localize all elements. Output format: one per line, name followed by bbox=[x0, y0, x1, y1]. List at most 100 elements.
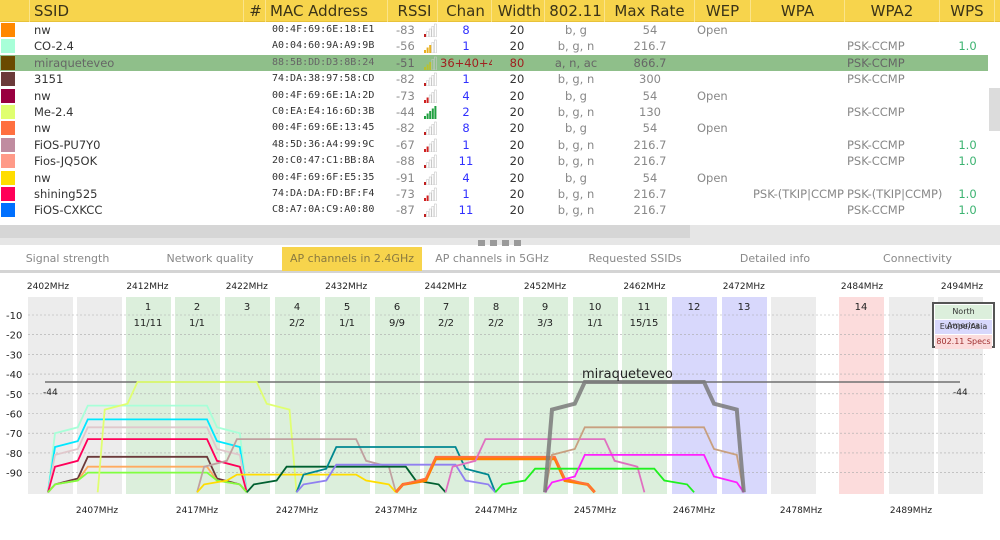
ssid-column-header[interactable]: SSID bbox=[34, 0, 244, 22]
channel-count-label: 1/1 bbox=[587, 318, 603, 329]
chan-cell: 8 bbox=[462, 121, 470, 136]
tab-ap-channels-in-2-4ghz[interactable]: AP channels in 2.4GHz bbox=[282, 247, 422, 271]
signal-bars-icon bbox=[424, 23, 437, 37]
table-row[interactable]: FiOS-PU7Y0 48:5D:36:A4:99:9C -67 1 20 b, g, n… bbox=[0, 137, 988, 153]
mac-column-header[interactable]: MAC Address bbox=[270, 0, 388, 22]
signal-bars-icon bbox=[424, 171, 437, 185]
rssi-cell: -87 bbox=[396, 203, 415, 218]
std-cell: a, n, ac bbox=[554, 55, 598, 70]
channel-number-label: 4 bbox=[294, 302, 300, 313]
rate-cell: 216.7 bbox=[633, 154, 667, 169]
table-row[interactable]: 3151 74:DA:38:97:58:CD -82 1 20 b, g, n 300 PSK… bbox=[0, 71, 988, 87]
wpa-column-header[interactable]: WPA bbox=[751, 0, 845, 22]
wep-column-header[interactable]: WEP bbox=[695, 0, 751, 22]
table-row[interactable]: shining525 74:DA:DA:FD:BF:F4 -73 1 20 b, g, n… bbox=[0, 186, 988, 202]
y-tick-label: -90 bbox=[6, 469, 22, 480]
wps-column-header[interactable]: WPS bbox=[940, 0, 995, 22]
ssid-cell: Fios-JQ5OK bbox=[34, 154, 98, 169]
table-header: SSID # MAC Address RSSI Chan Width 802.1… bbox=[0, 0, 1000, 22]
channel-column bbox=[771, 297, 816, 494]
rssi-cell: -73 bbox=[396, 88, 415, 103]
width-column-header[interactable]: Width bbox=[495, 0, 545, 22]
rate-column-header[interactable]: Max Rate bbox=[605, 0, 695, 22]
reference-line-label-right: -44 bbox=[953, 388, 968, 398]
chan-column-header[interactable]: Chan bbox=[440, 0, 492, 22]
chan-cell: 8 bbox=[462, 23, 470, 37]
top-frequency-label: 2442MHz bbox=[425, 282, 467, 292]
bottom-frequency-label: 2437MHz bbox=[375, 506, 417, 516]
rssi-column-header[interactable]: RSSI bbox=[392, 0, 438, 22]
rate-cell: 216.7 bbox=[633, 39, 667, 54]
wep-cell: Open bbox=[697, 121, 728, 136]
vertical-scrollbar[interactable] bbox=[989, 88, 1000, 131]
table-row[interactable]: nw 00:4F:69:6E:1A:2D -73 4 20 b, g 54 Open bbox=[0, 88, 988, 104]
signal-bars-icon bbox=[424, 89, 437, 103]
width-cell: 20 bbox=[509, 105, 525, 119]
rate-cell: 216.7 bbox=[633, 187, 667, 201]
std-cell: b, g, n bbox=[557, 39, 595, 54]
network-color-swatch bbox=[1, 72, 15, 87]
std-cell: b, g bbox=[565, 23, 587, 37]
channel-number-label: 3 bbox=[244, 302, 250, 313]
top-frequency-label: 2462MHz bbox=[623, 282, 665, 292]
signal-bars-icon bbox=[424, 138, 437, 152]
table-row[interactable]: FiOS-CXKCC C8:A7:0A:C9:A0:80 -87 11 20 b, g, … bbox=[0, 202, 988, 218]
wpa2-cell: PSK-CCMP bbox=[847, 203, 905, 218]
channel-number-label: 8 bbox=[493, 302, 499, 313]
tab-network-quality[interactable]: Network quality bbox=[140, 247, 280, 271]
wpa-cell: PSK-(TKIP|CCMP) bbox=[753, 187, 845, 201]
rssi-cell: -82 bbox=[396, 72, 415, 87]
wpa2-column-header[interactable]: WPA2 bbox=[845, 0, 940, 22]
table-row[interactable]: Me-2.4 C0:EA:E4:16:6D:3B -44 2 20 b, g, n 130 P… bbox=[0, 104, 988, 120]
tab-detailed-info[interactable]: Detailed info bbox=[705, 247, 845, 271]
std-cell: b, g bbox=[565, 121, 587, 136]
table-row[interactable]: nw 00:4F:69:6E:18:E1 -83 8 20 b, g 54 Open bbox=[0, 22, 988, 38]
mac-cell: 74:DA:DA:FD:BF:F4 bbox=[272, 188, 375, 199]
table-row[interactable]: CO-2.4 A0:04:60:9A:A9:9B -56 1 20 b, g, n 216.… bbox=[0, 38, 988, 54]
tab-signal-strength[interactable]: Signal strength bbox=[0, 247, 135, 271]
chan-cell: 11 bbox=[458, 154, 474, 169]
channel-number-label: 9 bbox=[542, 302, 548, 313]
top-frequency-label: 2484MHz bbox=[841, 282, 883, 292]
std-column-header[interactable]: 802.11 bbox=[547, 0, 605, 22]
width-cell: 20 bbox=[509, 137, 525, 152]
legend-item: Europe/Asia bbox=[935, 320, 992, 334]
mac-cell: 00:4F:69:6E:18:E1 bbox=[272, 24, 375, 35]
signal-bars-icon bbox=[424, 154, 437, 169]
rssi-cell: -56 bbox=[396, 39, 415, 54]
network-table: nw 00:4F:69:6E:18:E1 -83 8 20 b, g 54 Open CO-2.… bbox=[0, 22, 988, 225]
wpa2-cell: PSK-CCMP bbox=[847, 154, 905, 169]
tab-ap-channels-in-5ghz[interactable]: AP channels in 5GHz bbox=[422, 247, 562, 271]
rate-cell: 130 bbox=[639, 105, 661, 119]
network-color-swatch bbox=[1, 55, 15, 70]
mac-cell: A0:04:60:9A:A9:9B bbox=[272, 40, 375, 52]
chan-cell: 4 bbox=[462, 88, 470, 103]
table-row[interactable]: miraqueteveo 88:5B:DD:D3:8B:24 -51 36+40+44… bbox=[0, 54, 988, 72]
channel-number-label: 12 bbox=[688, 302, 701, 313]
bottom-frequency-label: 2407MHz bbox=[76, 506, 118, 516]
channel-count-label: 2/2 bbox=[289, 318, 305, 329]
tab-connectivity[interactable]: Connectivity bbox=[850, 247, 985, 271]
horizontal-scrollbar[interactable] bbox=[0, 225, 690, 238]
legend-item: North America bbox=[935, 305, 992, 330]
wep-cell: Open bbox=[697, 170, 728, 185]
color-column-header[interactable] bbox=[0, 0, 30, 22]
bottom-frequency-label: 2457MHz bbox=[574, 506, 616, 516]
mac-cell: C0:EA:E4:16:6D:3B bbox=[272, 106, 375, 117]
rate-cell: 216.7 bbox=[633, 203, 667, 218]
mac-cell: 88:5B:DD:D3:8B:24 bbox=[272, 56, 375, 68]
table-row[interactable]: nw 00:4F:69:6F:E5:35 -91 4 20 b, g 54 Open bbox=[0, 170, 988, 186]
tab-requested-ssids[interactable]: Requested SSIDs bbox=[565, 247, 705, 271]
table-row[interactable]: nw 00:4F:69:6E:13:45 -82 8 20 b, g 54 Open bbox=[0, 120, 988, 136]
std-cell: b, g, n bbox=[557, 203, 595, 218]
channel-number-label: 11 bbox=[638, 302, 651, 313]
ssid-cell: nw bbox=[34, 170, 51, 185]
width-cell: 20 bbox=[509, 72, 525, 87]
num-column-header[interactable]: # bbox=[246, 0, 266, 22]
bottom-frequency-label: 2447MHz bbox=[475, 506, 517, 516]
rssi-cell: -82 bbox=[396, 121, 415, 136]
y-tick-label: -80 bbox=[6, 449, 22, 460]
table-row[interactable]: Fios-JQ5OK 20:C0:47:C1:BB:8A -88 11 20 b, g, … bbox=[0, 153, 988, 169]
chart-legend: North AmericaEurope/Asia802.11 Specs bbox=[932, 302, 995, 349]
chan-cell: 1 bbox=[462, 137, 470, 152]
